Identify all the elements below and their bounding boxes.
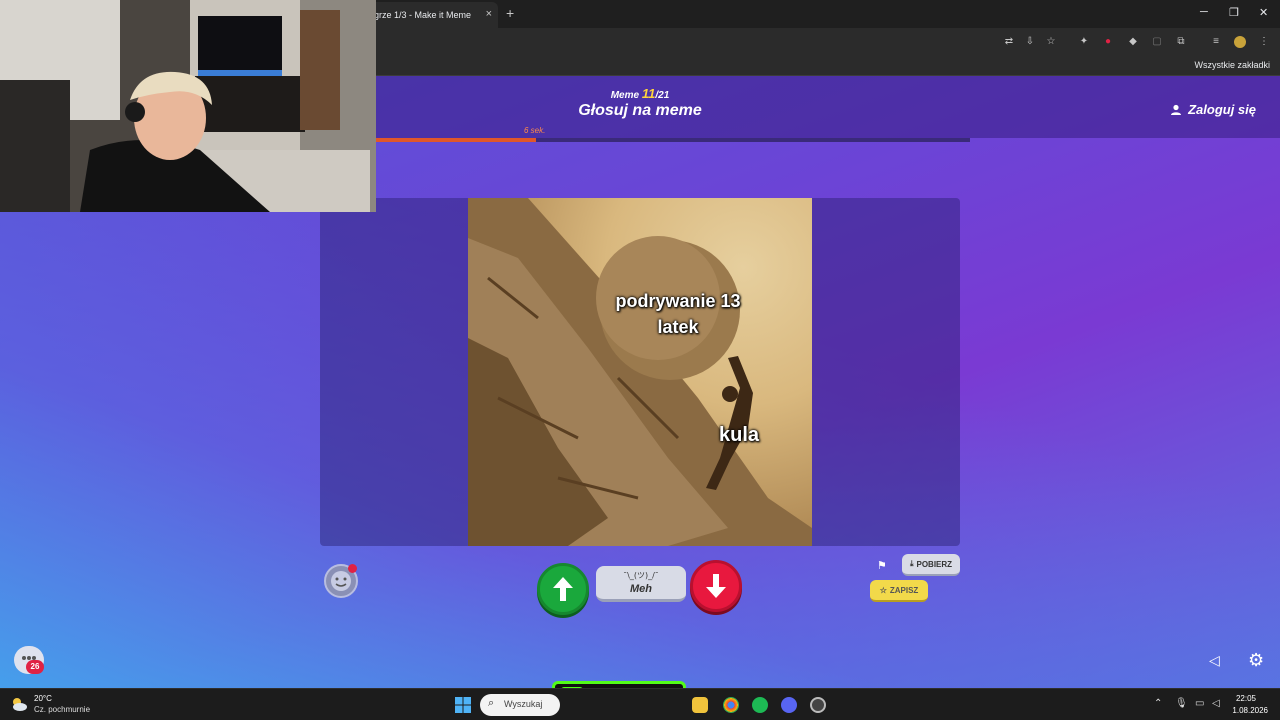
store-icon[interactable]: [692, 697, 708, 713]
close-window-icon[interactable]: ✕: [1259, 6, 1268, 19]
minimize-icon[interactable]: ─: [1200, 6, 1208, 18]
media-icon[interactable]: ≡: [1210, 36, 1222, 48]
search-placeholder: Wyszukaj: [504, 699, 543, 709]
search-icon: ⌕: [488, 697, 495, 709]
meme-counter-total: /21: [655, 90, 670, 101]
meh-label: Meh: [630, 583, 652, 595]
clock-time[interactable]: 22:05: [1236, 694, 1256, 703]
windows-start-icon[interactable]: [455, 697, 471, 713]
weather-description[interactable]: Cz. pochmurnie: [34, 705, 90, 714]
timer-label: 6 sek.: [524, 126, 546, 135]
meme-counter-current: 11: [641, 86, 656, 101]
more-menu-icon[interactable]: ⋮: [1258, 36, 1270, 48]
download-label: POBIERZ: [916, 559, 953, 569]
caption-boulder: podrywanie 13 latek: [615, 291, 741, 337]
chrome-icon[interactable]: [723, 697, 739, 713]
extension-icon-2[interactable]: ▢: [1151, 36, 1163, 48]
meme-counter-label: Meme: [610, 90, 640, 101]
meme-picture: [468, 198, 812, 546]
windows-taskbar: 20°C Cz. pochmurnie ⌕ Wyszukaj ⌃ 🎙 ▭ ◁ 2…: [0, 688, 1280, 720]
new-tab-icon[interactable]: +: [506, 5, 514, 21]
spotify-icon[interactable]: [752, 697, 768, 713]
login-label: Zaloguj się: [1188, 102, 1256, 117]
sound-icon[interactable]: ◁: [1209, 652, 1220, 669]
microphone-icon[interactable]: 🎙: [1175, 698, 1188, 709]
tab-title: grze 1/3 - Make it Meme: [374, 10, 472, 20]
profile-avatar-icon[interactable]: [1234, 36, 1246, 48]
timer-bar: [376, 138, 970, 142]
settings-gear-icon[interactable]: ⚙: [1248, 650, 1264, 671]
tray-chevron-icon[interactable]: ⌃: [1154, 698, 1162, 709]
taskbar-search-input[interactable]: ⌕ Wyszukaj: [480, 694, 560, 716]
volume-icon[interactable]: ◁: [1212, 698, 1220, 709]
webcam-overlay: [0, 0, 376, 212]
user-icon: [1171, 104, 1182, 115]
extension-icon[interactable]: ✦: [1078, 36, 1090, 48]
arrow-down-icon: [706, 574, 726, 598]
download-icon: ⤓: [909, 559, 914, 568]
vote-down-button[interactable]: [690, 560, 742, 612]
translate-icon[interactable]: ⇄: [1003, 36, 1015, 48]
adblock-icon[interactable]: ●: [1102, 36, 1114, 48]
restore-icon[interactable]: ❐: [1229, 6, 1239, 19]
download-button[interactable]: ⤓ POBIERZ: [902, 554, 960, 576]
shield-icon[interactable]: ◆: [1127, 36, 1139, 48]
timer-bar-fill: [376, 138, 537, 142]
bookmark-star-icon[interactable]: ☆: [1045, 36, 1057, 48]
install-icon[interactable]: ⇩: [1024, 36, 1036, 48]
webcam-feed: [0, 0, 376, 212]
save-button[interactable]: ☆ ZAPISZ: [870, 580, 928, 602]
login-button[interactable]: Zaloguj się: [1170, 102, 1256, 117]
discord-icon[interactable]: [781, 697, 797, 713]
clock-date[interactable]: 1.08.2026: [1232, 706, 1268, 715]
steam-icon[interactable]: [810, 697, 826, 713]
vote-up-button[interactable]: [537, 563, 589, 615]
shrug-face: ¯\_(ツ)_/¯: [623, 571, 659, 580]
report-flag-icon[interactable]: ⚑: [877, 559, 887, 572]
caption-person: kula: [718, 424, 760, 446]
weather-cloud-icon[interactable]: [10, 695, 28, 713]
extensions-puzzle-icon[interactable]: ⧉: [1175, 36, 1187, 48]
notification-dot: [348, 564, 357, 573]
browser-tab[interactable]: grze 1/3 - Make it Meme ×: [368, 2, 498, 28]
all-bookmarks-link[interactable]: Wszystkie zakładki: [1194, 60, 1270, 70]
meh-button[interactable]: ¯\_(ツ)_/¯ Meh: [596, 566, 686, 602]
arrow-up-icon: [553, 577, 573, 601]
save-label: ZAPISZ: [889, 585, 919, 595]
meme-image: podrywanie 13 latek kula: [468, 198, 812, 546]
chat-count-badge: 26: [26, 660, 44, 674]
network-icon[interactable]: ▭: [1195, 698, 1204, 709]
tab-close-icon[interactable]: ×: [486, 8, 492, 20]
weather-temperature[interactable]: 20°C: [34, 694, 52, 703]
star-icon: ☆: [879, 585, 887, 595]
